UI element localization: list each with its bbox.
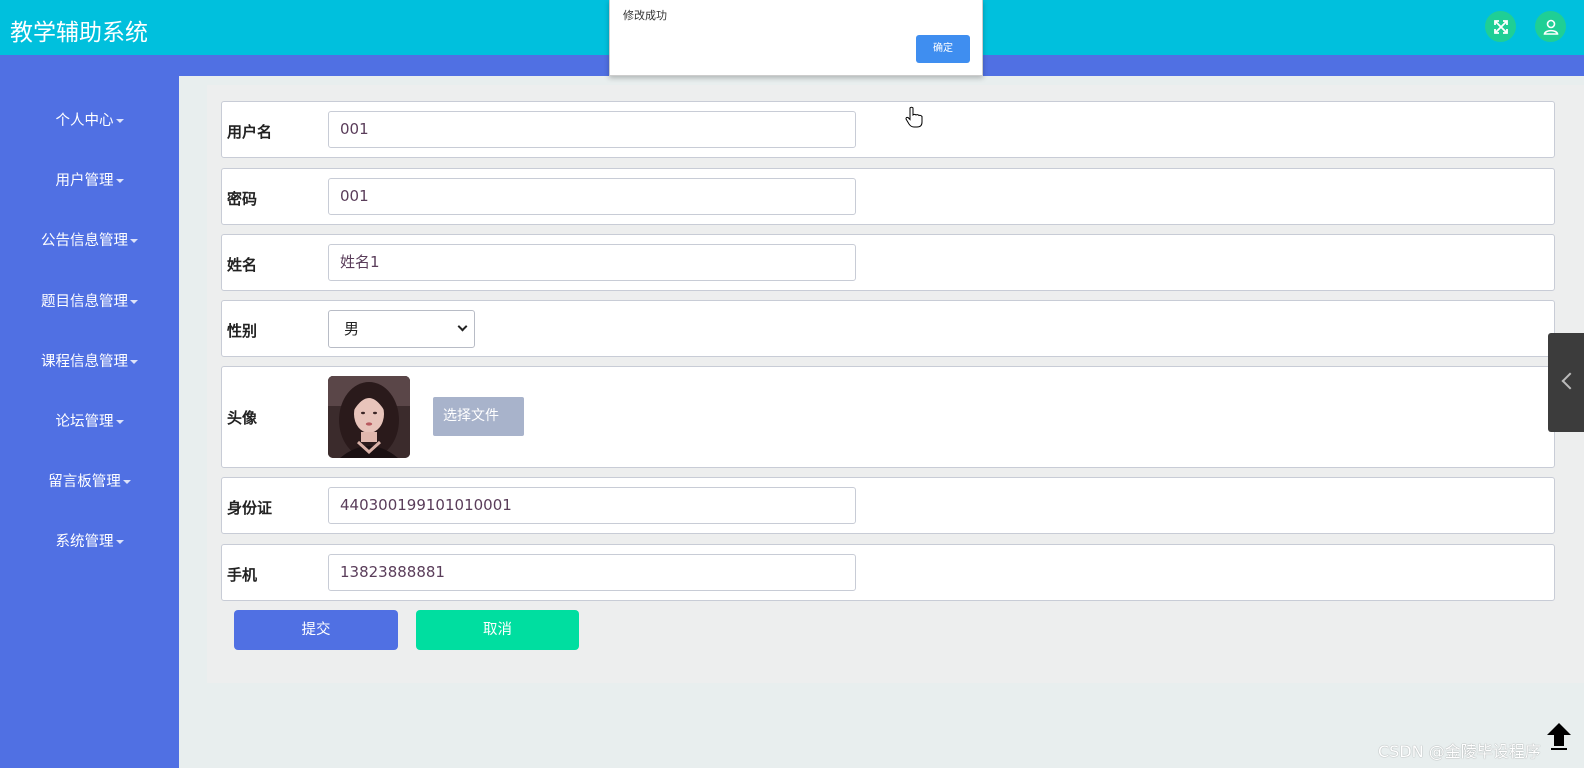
sidebar-item-label: 论坛管理	[55, 414, 114, 430]
caret-down-icon	[130, 239, 138, 243]
username-label: 用户名	[227, 123, 273, 141]
sidebar-item-personal-center[interactable]: 个人中心	[0, 109, 179, 130]
name-input[interactable]: 姓名1	[328, 244, 856, 281]
sidebar: 个人中心 用户管理 公告信息管理 题目信息管理 课程信息管理 论坛管理 留言板管…	[0, 55, 179, 768]
gender-row: 性别 男	[221, 300, 1555, 357]
sidebar-item-label: 系统管理	[55, 534, 114, 550]
caret-down-icon	[115, 420, 124, 424]
user-icon[interactable]	[1535, 11, 1566, 42]
sidebar-item-message-board-management[interactable]: 留言板管理	[0, 470, 179, 491]
chevron-down-icon	[457, 321, 468, 332]
fullscreen-icon[interactable]	[1485, 11, 1516, 42]
phone-label: 手机	[227, 566, 258, 584]
name-row: 姓名 姓名1	[221, 234, 1555, 291]
side-panel-toggle[interactable]	[1548, 333, 1584, 432]
back-to-top-icon[interactable]	[1543, 720, 1575, 752]
sidebar-item-course-management[interactable]: 课程信息管理	[0, 350, 179, 371]
phone-input[interactable]: 13823888881	[328, 554, 856, 591]
caret-down-icon	[115, 119, 124, 123]
password-row: 密码 001	[221, 168, 1555, 225]
sidebar-item-label: 公告信息管理	[41, 233, 128, 249]
watermark-text: CSDN @金陵毕设程序	[1378, 742, 1541, 761]
password-input[interactable]: 001	[328, 178, 856, 215]
caret-down-icon	[130, 300, 138, 304]
alert-dialog: 修改成功 确定	[609, 0, 983, 76]
sidebar-item-label: 题目信息管理	[41, 294, 128, 310]
submit-button[interactable]: 提交	[234, 610, 398, 650]
gender-select-value: 男	[344, 320, 360, 338]
password-label: 密码	[227, 190, 258, 208]
sidebar-item-label: 个人中心	[55, 113, 114, 129]
sidebar-item-label: 留言板管理	[48, 474, 121, 490]
sidebar-item-label: 课程信息管理	[41, 354, 128, 370]
app-title: 教学辅助系统	[10, 20, 148, 46]
choose-file-button[interactable]: 选择文件	[433, 397, 524, 436]
name-label: 姓名	[227, 256, 258, 274]
avatar-image	[328, 376, 410, 458]
sidebar-item-system-management[interactable]: 系统管理	[0, 530, 179, 551]
sidebar-item-question-management[interactable]: 题目信息管理	[0, 290, 179, 311]
alert-confirm-button[interactable]: 确定	[916, 35, 970, 63]
gender-label: 性别	[227, 322, 258, 340]
sidebar-item-forum-management[interactable]: 论坛管理	[0, 410, 179, 431]
hand-cursor-icon	[905, 106, 923, 128]
phone-row: 手机 13823888881	[221, 544, 1555, 601]
caret-down-icon	[122, 480, 131, 484]
gender-select[interactable]: 男	[328, 310, 475, 348]
sidebar-item-user-management[interactable]: 用户管理	[0, 169, 179, 190]
caret-down-icon	[130, 360, 138, 364]
sidebar-item-notice-management[interactable]: 公告信息管理	[0, 229, 179, 250]
alert-message: 修改成功	[623, 9, 667, 22]
caret-down-icon	[115, 540, 124, 544]
avatar-label: 头像	[227, 409, 258, 427]
id-card-input[interactable]: 440300199101010001	[328, 487, 856, 524]
chevron-left-icon	[1561, 372, 1579, 390]
username-row: 用户名 001	[221, 101, 1555, 158]
caret-down-icon	[115, 179, 124, 183]
cancel-button[interactable]: 取消	[416, 610, 579, 650]
username-input[interactable]: 001	[328, 111, 856, 148]
avatar-row: 头像 选择文件	[221, 366, 1555, 468]
sidebar-item-label: 用户管理	[55, 173, 114, 189]
id-card-label: 身份证	[227, 499, 273, 517]
id-card-row: 身份证 440300199101010001	[221, 477, 1555, 534]
